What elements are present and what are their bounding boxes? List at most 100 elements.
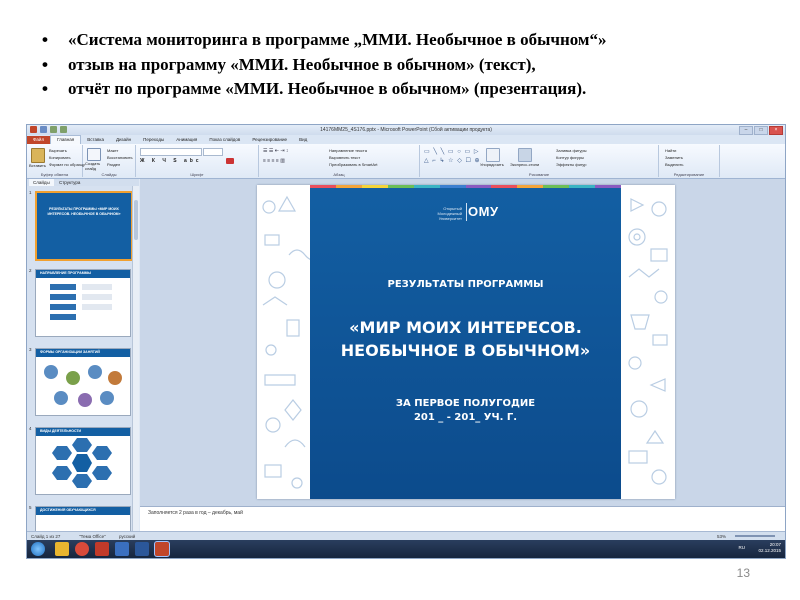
tab-slideshow[interactable]: Показ слайдов xyxy=(203,136,246,144)
slide-period-line2: 201 _ - 201_ УЧ. Г. xyxy=(413,412,518,423)
explorer-icon[interactable] xyxy=(55,542,69,556)
slide-title-line2: НЕОБЫЧНОЕ В ОБЫЧНОМ» xyxy=(340,341,591,360)
bullet-item: «Система мониторинга в программе „ММИ. Н… xyxy=(38,28,788,53)
system-clock[interactable]: 20:07 02.12.2015 xyxy=(758,542,781,554)
tab-design[interactable]: Дизайн xyxy=(110,136,137,144)
title-bar: 14176MM25_4S176.pptx - Microsoft PowerPo… xyxy=(27,125,785,135)
slide-thumbnail[interactable]: ДОСТИЖЕНИЯ ОБУЧАЮЩИХСЯ xyxy=(35,506,131,531)
group-label: Редактирование xyxy=(673,172,705,177)
minimize-button[interactable]: – xyxy=(739,126,753,135)
maximize-button[interactable]: □ xyxy=(754,126,768,135)
media-icon[interactable] xyxy=(95,542,109,556)
powerpoint-taskbar-icon[interactable] xyxy=(155,542,169,556)
slide-thumbnail[interactable]: ФОРМЫ ОРГАНИЗАЦИИ ЗАНЯТИЙ xyxy=(35,348,131,416)
close-button[interactable]: × xyxy=(769,126,783,135)
slide-thumbnail[interactable]: ВИДЫ ДЕЯТЕЛЬНОСТИ xyxy=(35,427,131,495)
tab-animation[interactable]: Анимация xyxy=(170,136,203,144)
tab-home[interactable]: Главная xyxy=(50,135,82,144)
group-label: Слайды xyxy=(101,172,117,177)
thumbnails-scrollbar[interactable] xyxy=(132,186,139,531)
arrange-icon[interactable] xyxy=(486,148,500,162)
shape-outline-button[interactable]: Контур фигуры xyxy=(556,155,584,160)
shape-fill-button[interactable]: Заливка фигуры xyxy=(556,148,587,153)
group-label: Абзац xyxy=(333,172,345,177)
ribbon-tabs: Файл Главная Вставка Дизайн Переходы Ани… xyxy=(27,135,785,144)
shapes-gallery-row2[interactable]: △ ⌐ ↳ ☆ ◇ ☐ ⊕ xyxy=(424,157,481,164)
shapes-gallery[interactable]: ▭ ╲ ╲ ▭ ○ ▭ ▷ xyxy=(424,148,479,155)
group-label: Шрифт xyxy=(190,172,204,177)
bullet-item: отзыв на программу «ММИ. Необычное в обы… xyxy=(38,53,788,78)
doodle-pattern-right xyxy=(628,198,668,485)
omu-logo: ОМУ xyxy=(468,204,499,219)
thumb-title: ФОРМЫ ОРГАНИЗАЦИИ ЗАНЯТИЙ xyxy=(40,350,100,354)
drawing-group: ▭ ╲ ╲ ▭ ○ ▭ ▷ △ ⌐ ↳ ☆ ◇ ☐ ⊕ Упорядочить … xyxy=(420,145,659,177)
paste-icon[interactable] xyxy=(31,148,45,163)
shape-effects-button[interactable]: Эффекты фигур xyxy=(556,162,586,167)
logo-caption: Открытый Молодежный Университет xyxy=(437,206,462,221)
tab-review[interactable]: Рецензирование xyxy=(246,136,293,144)
thumb-number: 5 xyxy=(29,505,32,510)
doodle-pattern-left xyxy=(262,195,310,489)
logo-divider xyxy=(466,203,467,221)
slide-thumbnail[interactable]: РЕЗУЛЬТАТЫ ПРОГРАММЫ «МИР МОИХ ИНТЕРЕСОВ… xyxy=(35,191,133,261)
zoom-slider[interactable] xyxy=(735,535,775,537)
list-buttons[interactable]: ☰ ☰ ⇤ ⇥ ↕ xyxy=(263,148,288,154)
quick-styles-button[interactable]: Экспресс-стили xyxy=(510,162,539,167)
paste-button[interactable]: Вставить xyxy=(29,163,46,168)
select-button[interactable]: Выделить xyxy=(665,162,683,167)
section-button[interactable]: Раздел xyxy=(107,162,120,167)
cut-button[interactable]: Вырезать xyxy=(49,148,67,153)
bullet-list: «Система мониторинга в программе „ММИ. Н… xyxy=(38,28,788,102)
ribbon: Вставить Вырезать Копировать Формат по о… xyxy=(27,144,785,179)
font-name-dropdown[interactable] xyxy=(140,148,202,156)
text-direction-button[interactable]: Направление текста xyxy=(329,148,367,153)
layout-button[interactable]: Макет xyxy=(107,148,118,153)
font-format-buttons[interactable]: Ж К Ч S abc xyxy=(140,158,202,164)
notes-pane[interactable]: Заполняется 2 раза в год – декабрь, май xyxy=(140,506,785,532)
font-size-dropdown[interactable] xyxy=(203,148,223,156)
start-button-icon[interactable] xyxy=(31,542,45,556)
font-color-icon[interactable] xyxy=(226,158,234,164)
quick-styles-icon[interactable] xyxy=(518,148,532,162)
format-painter-button[interactable]: Формат по образцу xyxy=(49,162,85,167)
chrome-icon[interactable] xyxy=(75,542,89,556)
tab-insert[interactable]: Вставка xyxy=(81,136,110,144)
windows-taskbar: RU 20:07 02.12.2015 xyxy=(27,540,785,558)
replace-button[interactable]: Заменить xyxy=(665,155,683,160)
align-buttons[interactable]: ≡ ≡ ≡ ≡ ▥ xyxy=(263,158,285,164)
paragraph-group: ☰ ☰ ⇤ ⇥ ↕ ≡ ≡ ≡ ≡ ▥ Направление текста В… xyxy=(259,145,420,177)
thumb-number: 1 xyxy=(29,190,32,195)
group-label: Рисование xyxy=(528,172,550,177)
bullet-item: отчёт по программе «ММИ. Необычное в обы… xyxy=(38,77,788,102)
thumb-number: 2 xyxy=(29,268,32,273)
yandex-browser-icon[interactable] xyxy=(115,542,129,556)
thumb-title: ДОСТИЖЕНИЯ ОБУЧАЮЩИХСЯ xyxy=(40,508,96,512)
color-stripe xyxy=(310,185,622,188)
find-button[interactable]: Найти xyxy=(665,148,676,153)
word-icon[interactable] xyxy=(135,542,149,556)
tab-transitions[interactable]: Переходы xyxy=(137,136,170,144)
tab-slides[interactable]: Слайды xyxy=(29,179,54,186)
copy-button[interactable]: Копировать xyxy=(49,155,71,160)
slide-thumbnail[interactable]: НАПРАВЛЕНИЕ ПРОГРАММЫ xyxy=(35,269,131,337)
new-slide-icon[interactable] xyxy=(87,148,101,161)
tab-file[interactable]: Файл xyxy=(27,136,51,144)
tab-outline[interactable]: Структура xyxy=(55,179,84,186)
language-tray[interactable]: RU xyxy=(739,545,746,550)
font-group: Ж К Ч S abc Шрифт xyxy=(136,145,259,177)
thumb-title: НАПРАВЛЕНИЕ ПРОГРАММЫ xyxy=(40,271,91,275)
smartart-button[interactable]: Преобразовать в SmartArt xyxy=(329,162,378,167)
create-slide-button[interactable]: Создать слайд xyxy=(85,161,105,171)
current-slide[interactable]: Открытый Молодежный Университет ОМУ РЕЗУ… xyxy=(257,185,675,499)
slide-heading: РЕЗУЛЬТАТЫ ПРОГРАММЫ xyxy=(387,279,544,290)
arrange-button[interactable]: Упорядочить xyxy=(480,162,504,167)
window-title: 14176MM25_4S176.pptx - Microsoft PowerPo… xyxy=(320,127,492,133)
reset-button[interactable]: Восстановить xyxy=(107,155,133,160)
align-text-button[interactable]: Выровнять текст xyxy=(329,155,360,160)
group-label: Буфер обмена xyxy=(40,172,69,177)
tab-view[interactable]: Вид xyxy=(293,136,313,144)
thumb-title: РЕЗУЛЬТАТЫ ПРОГРАММЫ «МИР МОИХ ИНТЕРЕСОВ… xyxy=(47,207,121,216)
slide-page-number: 13 xyxy=(736,566,750,580)
editing-group: Найти Заменить Выделить Редактирование xyxy=(659,145,720,177)
title-panel: Открытый Молодежный Университет ОМУ РЕЗУ… xyxy=(310,185,622,499)
